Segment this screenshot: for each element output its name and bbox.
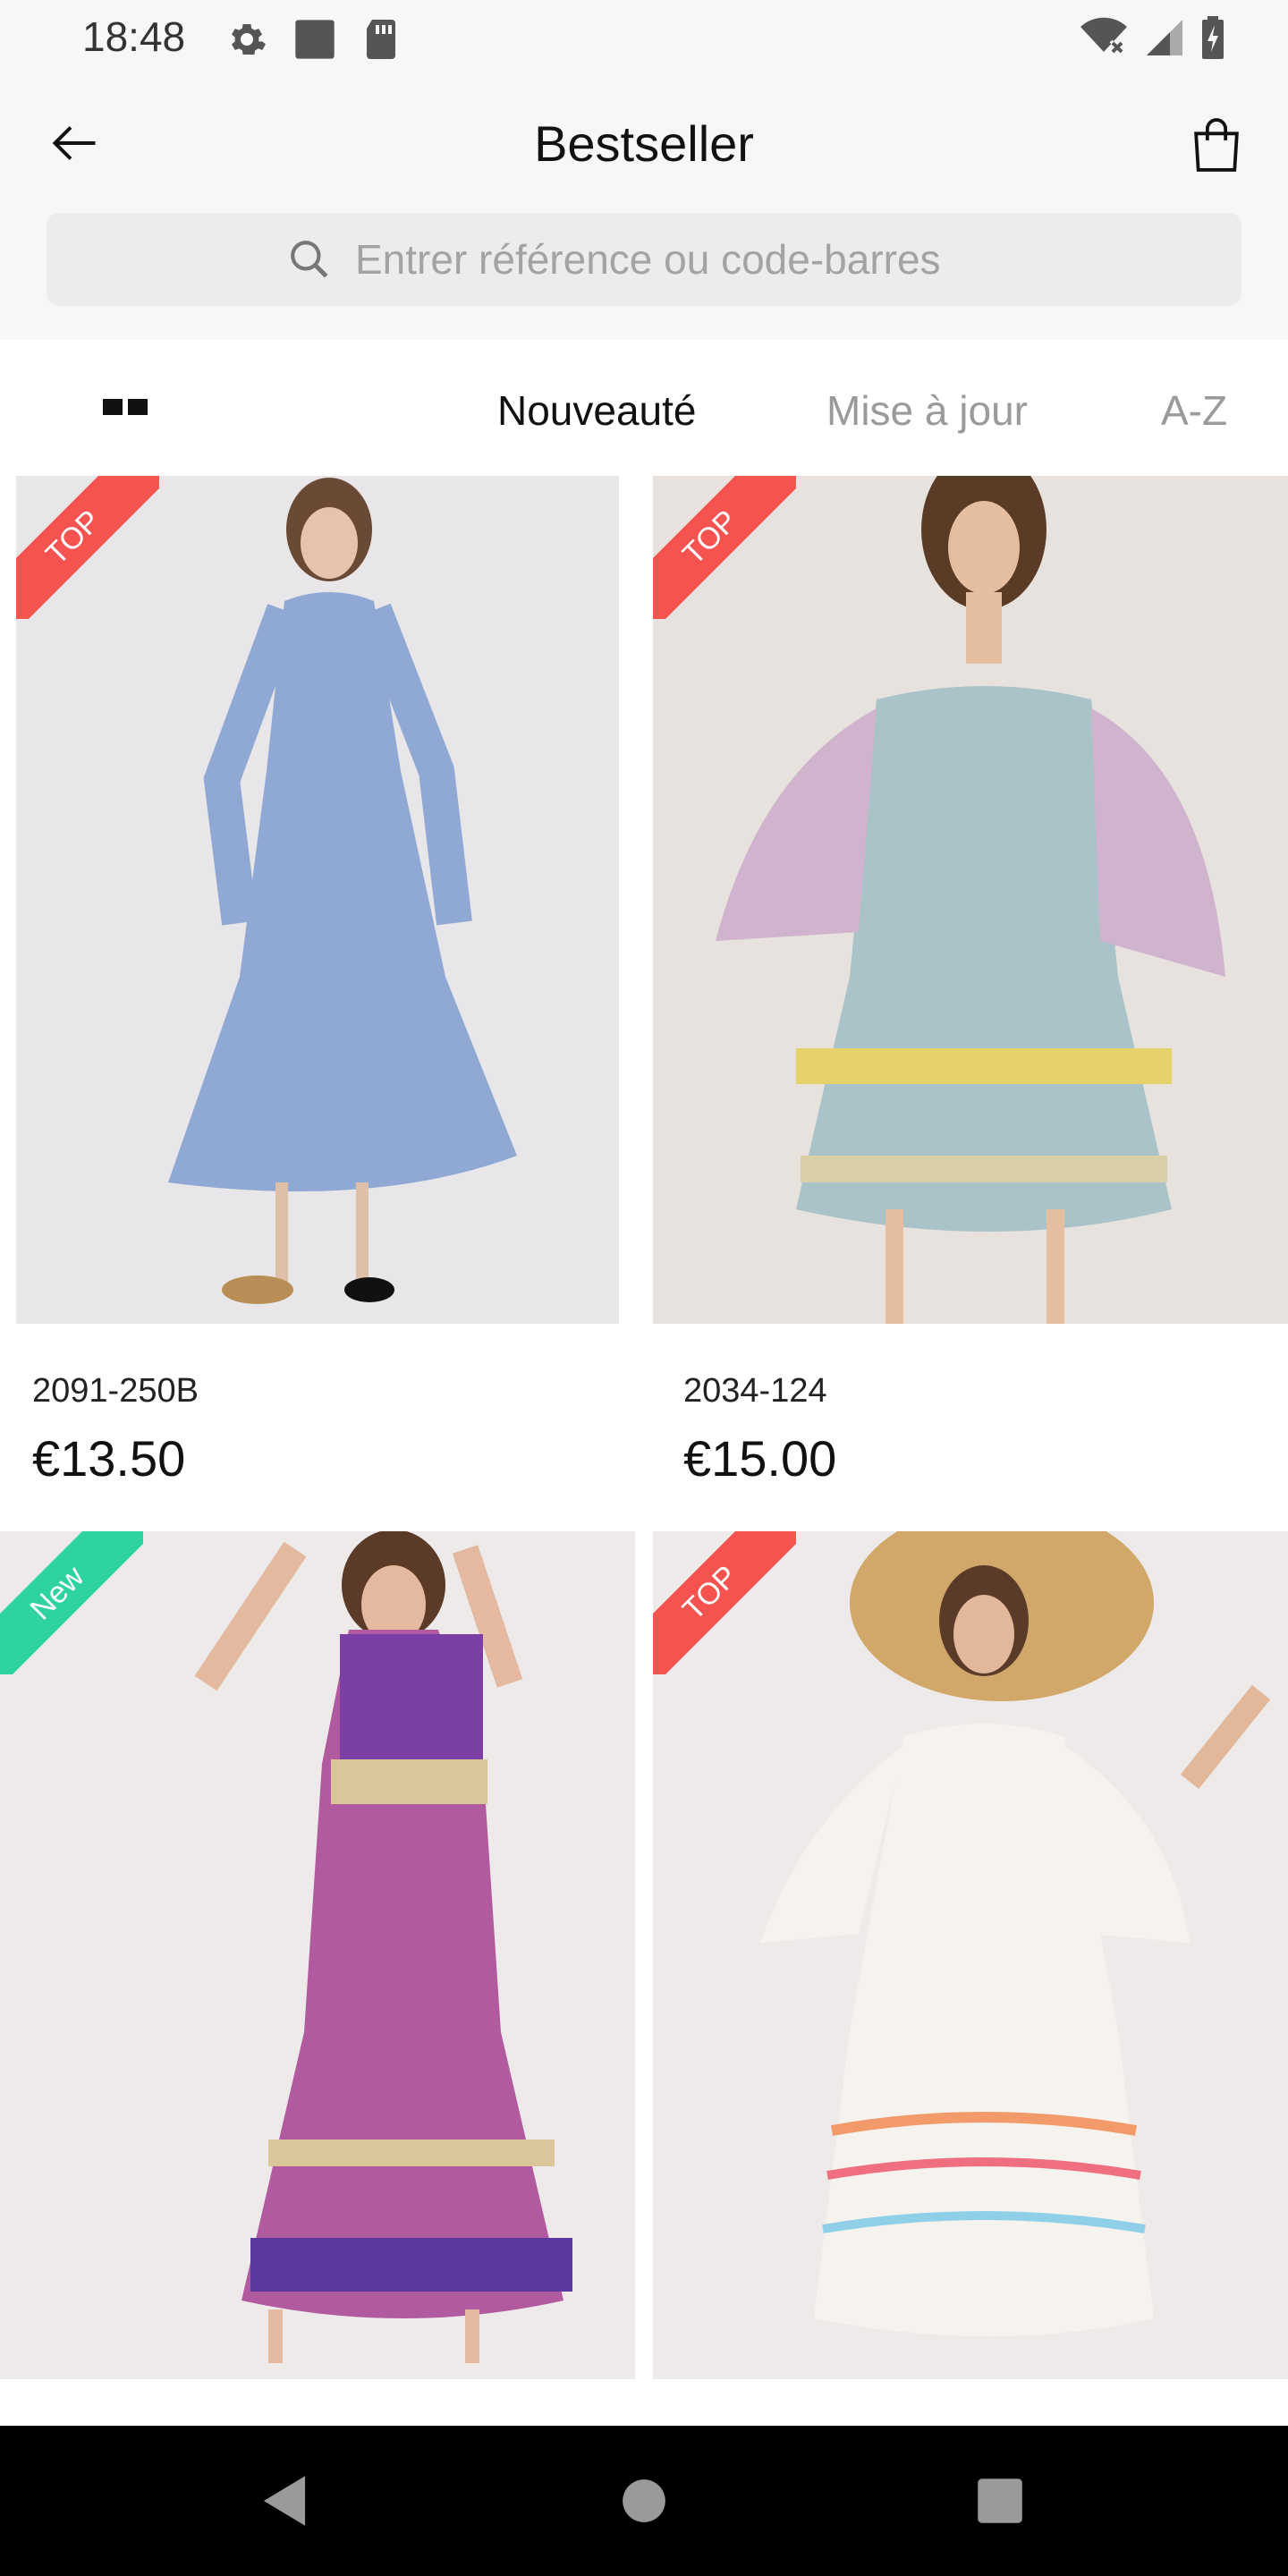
- shopping-bag-icon: [1194, 118, 1239, 172]
- product-card[interactable]: TOP 2091-250B €13.50: [16, 476, 619, 1531]
- search-bar[interactable]: [47, 213, 1241, 306]
- nav-home-button[interactable]: [612, 2469, 676, 2533]
- status-system-icons: [1079, 16, 1225, 59]
- wifi-off-icon: [1080, 17, 1127, 55]
- sd-card-icon: [367, 20, 395, 59]
- signal-icon: [1147, 20, 1182, 55]
- settings-icon: [232, 24, 266, 55]
- product-badge: TOP: [16, 476, 159, 619]
- nav-back-button[interactable]: [252, 2469, 317, 2533]
- product-badge: New: [0, 1531, 143, 1674]
- badge-ribbon: TOP: [653, 1531, 796, 1674]
- square-recents-icon: [978, 2479, 1022, 2523]
- system-nav-bar: [0, 2426, 1288, 2576]
- page-title: Bestseller: [534, 115, 754, 172]
- grid-view-toggle[interactable]: [100, 385, 150, 429]
- product-card[interactable]: TOP: [653, 1531, 1288, 2379]
- status-bar: 18:48: [0, 0, 1288, 75]
- product-badge: TOP: [653, 1531, 796, 1674]
- badge-ribbon: New: [0, 1531, 143, 1674]
- circle-home-icon: [623, 2479, 665, 2522]
- status-notification-icons: [225, 16, 401, 63]
- triangle-back-icon: [263, 2476, 306, 2526]
- badge-ribbon: TOP: [653, 476, 796, 619]
- product-ref: 2091-250B: [32, 1372, 199, 1410]
- product-price: €13.50: [32, 1430, 186, 1487]
- product-price: €15.00: [683, 1430, 837, 1487]
- product-ref: 2034-124: [683, 1372, 827, 1410]
- app-header: Bestseller: [0, 75, 1288, 340]
- sort-bar: Nouveauté Mise à jour A-Z: [0, 340, 1288, 474]
- status-time: 18:48: [82, 13, 186, 60]
- product-card[interactable]: New: [0, 1531, 635, 2379]
- cart-button[interactable]: [1184, 113, 1249, 177]
- sort-newest[interactable]: Nouveauté: [497, 386, 697, 435]
- image-icon: [295, 20, 335, 59]
- search-input[interactable]: [353, 234, 1001, 284]
- nav-recents-button[interactable]: [968, 2469, 1032, 2533]
- search-icon: [291, 241, 328, 278]
- sort-updated[interactable]: Mise à jour: [826, 386, 1028, 435]
- badge-ribbon: TOP: [16, 476, 159, 619]
- product-card[interactable]: TOP 2034-124 €15.00: [653, 476, 1288, 1531]
- product-badge: TOP: [653, 476, 796, 619]
- sort-az[interactable]: A-Z: [1161, 386, 1227, 435]
- grid-view-icon: [103, 399, 123, 415]
- battery-charging-icon: [1202, 16, 1224, 59]
